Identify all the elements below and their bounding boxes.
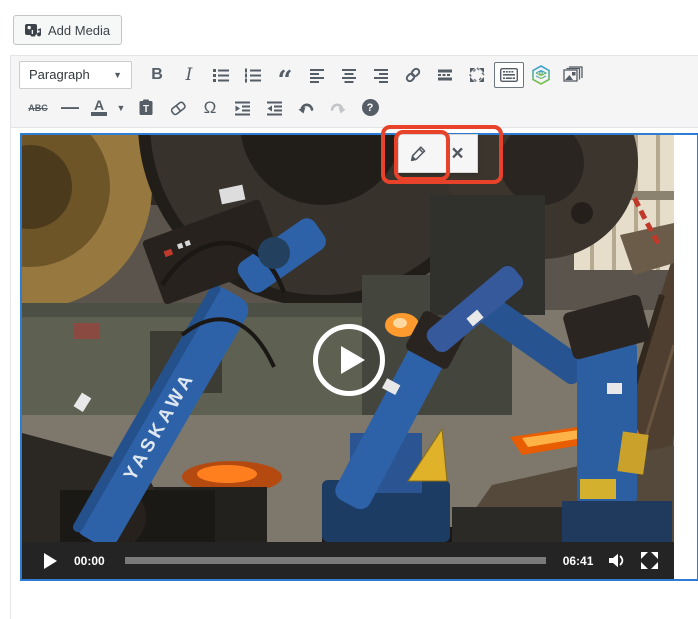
numbered-list-button[interactable] [238, 62, 268, 88]
horizontal-rule-button[interactable]: — [55, 95, 85, 121]
player-fullscreen-button[interactable] [641, 552, 658, 569]
dropdown-caret-icon: ▼ [113, 70, 122, 80]
video-control-bar: 00:00 06:41 [22, 542, 674, 579]
embedded-video[interactable]: YASKAWA [22, 135, 674, 579]
gallery-button[interactable] [558, 62, 588, 88]
text-color-button[interactable]: A [87, 95, 111, 121]
visual-editor: Paragraph ▼ B I [10, 55, 698, 619]
read-more-tag-button[interactable] [430, 62, 460, 88]
align-left-icon [309, 67, 325, 83]
toolbar-row-2: ABC — A ▼ T [11, 91, 698, 124]
text-color-dropdown[interactable]: ▼ [113, 95, 129, 121]
decrease-indent-button[interactable] [227, 95, 257, 121]
gallery-icon [563, 66, 583, 83]
paragraph-style-dropdown[interactable]: Paragraph ▼ [19, 61, 132, 89]
undo-icon [297, 100, 315, 116]
add-media-label: Add Media [48, 23, 110, 38]
text-color-swatch [91, 112, 107, 116]
wpview-remove-button[interactable]: × [438, 135, 477, 172]
eraser-icon [169, 100, 187, 116]
read-more-icon [437, 68, 453, 82]
increase-indent-button[interactable] [259, 95, 289, 121]
fullscreen-button[interactable] [462, 62, 492, 88]
help-icon: ? [362, 99, 379, 116]
strikethrough-icon: ABC [28, 103, 48, 113]
omega-icon: Ω [204, 98, 217, 118]
tinymce-toolbar: Paragraph ▼ B I [11, 56, 698, 128]
align-center-icon [341, 67, 357, 83]
indent-icon [266, 100, 283, 116]
redo-icon [329, 100, 347, 116]
layers-plugin-button[interactable] [526, 62, 556, 88]
align-right-button[interactable] [366, 62, 396, 88]
link-icon [404, 66, 422, 84]
align-left-button[interactable] [302, 62, 332, 88]
strikethrough-button[interactable]: ABC [23, 95, 53, 121]
clear-formatting-button[interactable] [163, 95, 193, 121]
play-triangle-icon [341, 346, 365, 374]
blockquote-icon: “ [278, 76, 293, 86]
media-icon [25, 23, 42, 38]
current-time: 00:00 [74, 554, 105, 568]
editor-content-area[interactable]: YASKAWA [11, 128, 698, 619]
redo-button[interactable] [323, 95, 353, 121]
bulleted-list-icon [212, 67, 230, 83]
dropdown-caret-icon: ▼ [117, 103, 126, 113]
fullscreen-icon [469, 67, 485, 83]
video-play-overlay-button[interactable] [313, 324, 385, 396]
blockquote-button[interactable]: “ [270, 62, 300, 88]
wpview-edit-button[interactable] [399, 135, 438, 172]
align-right-icon [373, 67, 389, 83]
horizontal-rule-icon: — [61, 97, 79, 118]
close-icon: × [451, 143, 463, 164]
duration: 06:41 [563, 554, 594, 568]
add-media-button[interactable]: Add Media [13, 15, 122, 45]
svg-text:T: T [143, 104, 149, 115]
align-center-button[interactable] [334, 62, 364, 88]
text-color-icon: A [94, 100, 104, 111]
numbered-list-icon [244, 67, 262, 83]
paste-as-text-button[interactable]: T [131, 95, 161, 121]
special-character-button[interactable]: Ω [195, 95, 225, 121]
play-button[interactable] [44, 553, 58, 569]
help-button[interactable]: ? [355, 95, 385, 121]
bold-button[interactable]: B [142, 62, 172, 88]
volume-button[interactable] [609, 553, 626, 568]
outdent-icon [234, 100, 251, 116]
paragraph-style-value: Paragraph [29, 67, 90, 82]
layers-hexagon-icon [531, 65, 551, 85]
video-wpview-selected[interactable]: YASKAWA [20, 133, 698, 581]
wordpress-editor-page: Add Media Paragraph ▼ B I [0, 0, 698, 619]
edit-pencil-icon [410, 145, 427, 162]
toolbar-row-1: Paragraph ▼ B I [11, 58, 698, 91]
wpview-toolbar: × [398, 134, 478, 173]
italic-icon: I [186, 65, 193, 85]
insert-link-button[interactable] [398, 62, 428, 88]
toolbar-toggle-button[interactable] [494, 62, 524, 88]
italic-button[interactable]: I [174, 62, 204, 88]
paste-as-text-icon: T [138, 99, 154, 116]
seek-bar[interactable] [125, 557, 546, 564]
keyboard-icon [500, 68, 518, 82]
undo-button[interactable] [291, 95, 321, 121]
bold-icon: B [151, 66, 163, 84]
bulleted-list-button[interactable] [206, 62, 236, 88]
